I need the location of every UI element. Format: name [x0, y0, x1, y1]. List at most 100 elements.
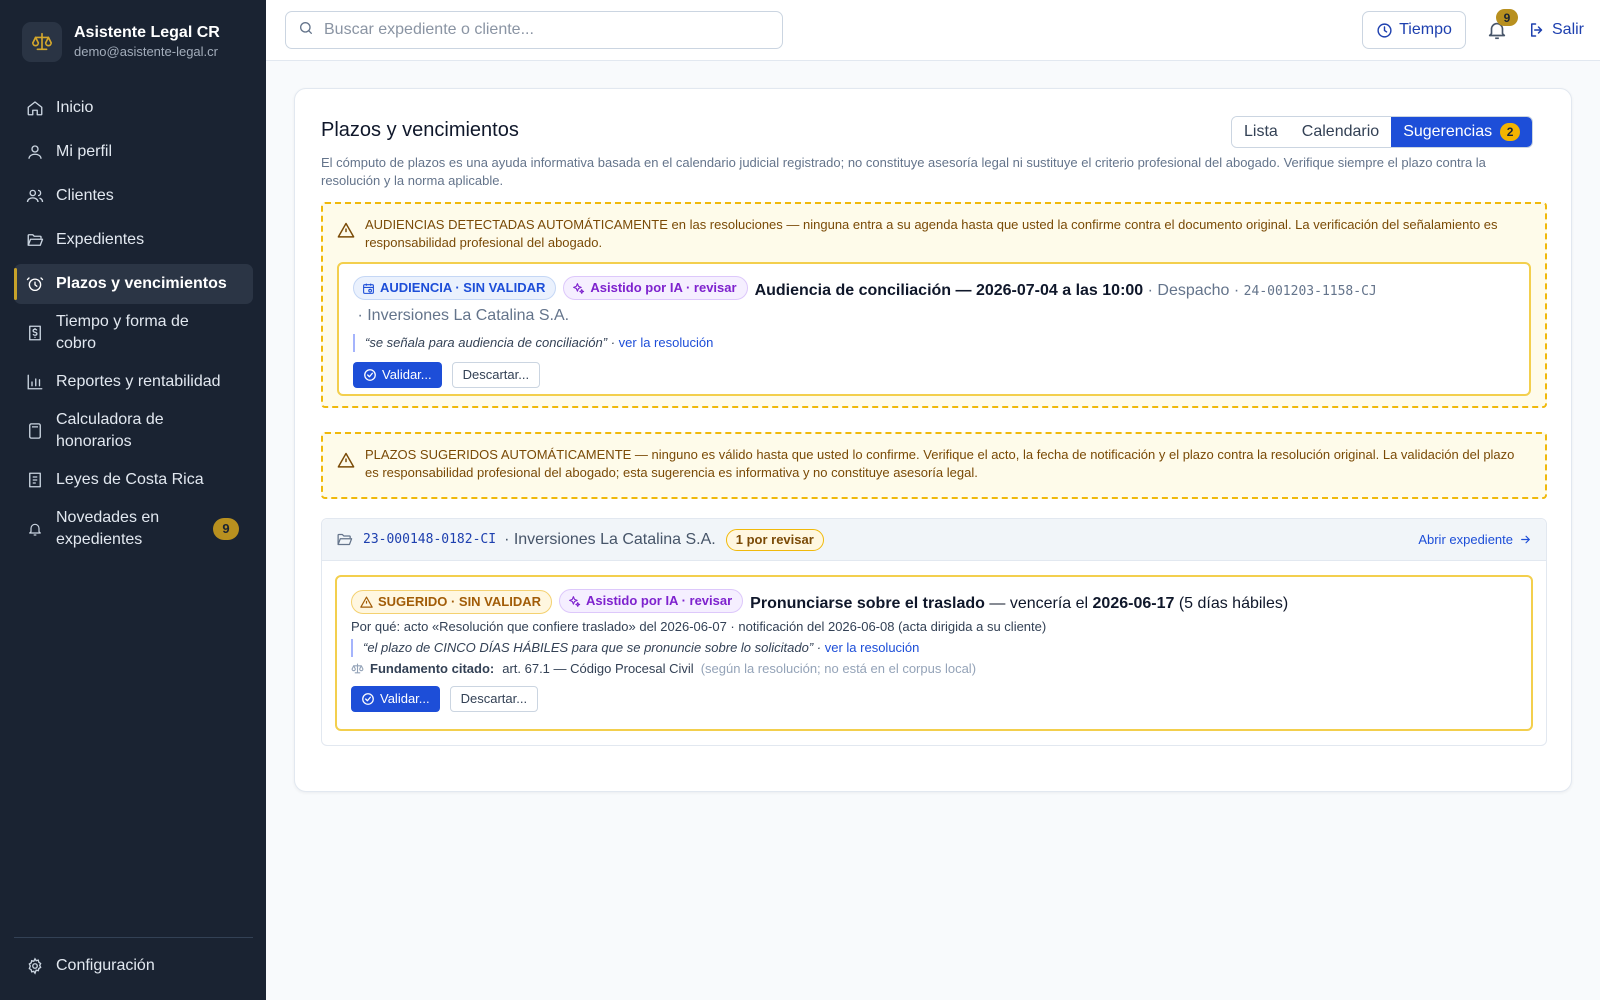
book-icon [26, 471, 44, 489]
sidebar-item-novedades[interactable]: Novedades en expedientes 9 [14, 504, 253, 554]
top-header: Tiempo 9 Salir [266, 0, 1600, 61]
time-button-label: Tiempo [1399, 21, 1452, 38]
deadlines-warning-text: PLAZOS SUGERIDOS AUTOMÁTICAMENTE — ningu… [365, 447, 1515, 480]
search-box[interactable] [285, 11, 783, 49]
button-label: Descartar... [462, 367, 530, 382]
app-name: Asistente Legal CR [74, 24, 220, 41]
discard-deadline-button[interactable]: Descartar... [449, 685, 539, 712]
sidebar-item-leyes[interactable]: Leyes de Costa Rica [14, 460, 253, 500]
sidebar-item-inicio[interactable]: Inicio [14, 88, 253, 128]
search-input[interactable] [324, 21, 764, 39]
check-circle-icon [364, 368, 376, 381]
search-icon [298, 20, 314, 41]
folder-open-icon [26, 231, 44, 249]
sidebar-item-calculadora[interactable]: Calculadora de honorarios [14, 406, 253, 456]
user-icon [26, 143, 44, 161]
discard-hearing-button[interactable]: Descartar... [451, 361, 541, 388]
open-case-link[interactable]: Abrir expediente [1418, 532, 1532, 547]
legal-basis: Fundamento citado: art. 67.1 — Código Pr… [351, 661, 1517, 676]
arrow-right-icon [1521, 535, 1530, 544]
sidebar-item-label: Leyes de Costa Rica [56, 471, 204, 488]
case-client: · Inversiones La Catalina S.A. [504, 530, 716, 548]
novedades-badge: 9 [213, 518, 239, 540]
review-count-pill: 1 por revisar [725, 528, 824, 551]
page-title: Plazos y vencimientos [321, 119, 519, 141]
quote-text: “se señala para audiencia de conciliació… [365, 334, 608, 350]
hearing-case-number: 24-001203-1158-CJ [1243, 283, 1377, 299]
logout-icon [1531, 23, 1543, 37]
deadline-title: Pronunciarse sobre el traslado [750, 594, 985, 612]
case-group: 23-000148-0182-CI · Inversiones La Catal… [321, 518, 1547, 746]
button-label: Descartar... [460, 691, 528, 706]
view-resolution-link[interactable]: ver la resolución [619, 335, 714, 350]
sparkles-icon [573, 282, 585, 294]
sparkles-icon [569, 595, 581, 607]
chip-label: Asistido por IA · revisar [586, 593, 733, 608]
gear-icon [26, 957, 44, 975]
check-circle-icon [362, 692, 374, 705]
deadline-reason: Por qué: acto «Resolución que confiere t… [351, 618, 1047, 634]
tab-label: Calendario [1301, 123, 1380, 140]
quote-separator: · [813, 639, 825, 655]
sidebar-item-label: Reportes y rentabilidad [56, 373, 221, 390]
view-resolution-link[interactable]: ver la resolución [825, 640, 920, 655]
sidebar-item-expedientes[interactable]: Expedientes [14, 220, 253, 260]
deadline-due-date: 2026-06-17 [1092, 594, 1175, 612]
scales-logo-icon [22, 22, 62, 62]
sidebar-item-plazos[interactable]: Plazos y vencimientos [14, 264, 253, 304]
logout-label: Salir [1552, 21, 1585, 38]
warning-icon [337, 222, 355, 252]
time-button[interactable]: Tiempo [1362, 11, 1466, 49]
sidebar-item-label: Mi perfil [56, 143, 113, 160]
chip-label: AUDIENCIA · SIN VALIDAR [380, 280, 546, 295]
validate-deadline-button[interactable]: Validar... [351, 685, 440, 712]
notifications-badge: 9 [1496, 9, 1518, 26]
quote-separator: · [607, 334, 619, 350]
deadline-status-chip: SUGERIDO · SIN VALIDAR [351, 589, 552, 614]
sidebar-item-label: Clientes [56, 187, 114, 204]
hearing-title: Audiencia de conciliación — 2026-07-04 a… [754, 281, 1144, 299]
sidebar-nav: Inicio Mi perfil Clientes Expedientes Pl… [14, 88, 253, 558]
sidebar-item-configuracion[interactable]: Configuración [14, 946, 253, 986]
deadlines-warning-box: PLAZOS SUGERIDOS AUTOMÁTICAMENTE — ningu… [321, 432, 1547, 499]
hearings-warning-box: AUDIENCIAS DETECTADAS AUTOMÁTICAMENTE en… [321, 202, 1547, 408]
case-number[interactable]: 23-000148-0182-CI [363, 532, 496, 547]
sidebar-item-tiempo-cobro[interactable]: Tiempo y forma de cobro [14, 308, 253, 358]
bell-icon [26, 520, 44, 538]
brand[interactable]: Asistente Legal CR demo@asistente-legal.… [22, 22, 220, 62]
sidebar-item-label: Plazos y vencimientos [56, 275, 227, 292]
sidebar-item-label: Configuración [56, 957, 155, 974]
tab-calendario[interactable]: Calendario [1289, 117, 1392, 147]
view-tabs: Lista Calendario Sugerencias 2 [1231, 116, 1534, 148]
button-label: Validar... [380, 691, 430, 706]
deadline-quote: “el plazo de CINCO DÍAS HÁBILES para que… [351, 638, 1517, 657]
tab-label: Lista [1244, 123, 1278, 140]
logout-button[interactable]: Salir [1528, 11, 1584, 49]
warning-icon [360, 596, 373, 608]
sidebar-item-mi-perfil[interactable]: Mi perfil [14, 132, 253, 172]
chip-label: Asistido por IA · revisar [590, 280, 737, 295]
hearings-warning-text: AUDIENCIAS DETECTADAS AUTOMÁTICAMENTE en… [365, 217, 1498, 250]
warning-icon [337, 452, 355, 482]
sidebar-item-label: Tiempo y forma de cobro [56, 313, 189, 352]
legal-disclaimer: El cómputo de plazos es una ayuda inform… [321, 155, 1486, 188]
sidebar-item-reportes[interactable]: Reportes y rentabilidad [14, 362, 253, 402]
sidebar: Asistente Legal CR demo@asistente-legal.… [0, 0, 266, 1000]
tab-sugerencias[interactable]: Sugerencias 2 [1391, 117, 1533, 147]
legal-basis-note: (según la resolución; no está en el corp… [700, 660, 977, 676]
sidebar-item-label: Calculadora de honorarios [56, 411, 164, 450]
ai-assisted-chip: Asistido por IA · revisar [559, 589, 744, 613]
validate-hearing-button[interactable]: Validar... [353, 361, 442, 388]
hearing-client: · Inversiones La Catalina S.A. [353, 306, 570, 324]
hearing-suggestion: AUDIENCIA · SIN VALIDAR Asistido por IA … [337, 262, 1531, 396]
sidebar-divider [14, 937, 253, 938]
deadlines-card: Plazos y vencimientos Lista Calendario S… [294, 88, 1572, 792]
sidebar-item-clientes[interactable]: Clientes [14, 176, 253, 216]
deadline-due-prefix: — vencería el [984, 594, 1093, 612]
link-label: Abrir expediente [1418, 532, 1513, 547]
hearing-status-chip: AUDIENCIA · SIN VALIDAR [353, 276, 557, 300]
tab-lista[interactable]: Lista [1232, 117, 1290, 147]
ai-assisted-chip: Asistido por IA · revisar [563, 276, 748, 300]
users-icon [26, 187, 44, 205]
button-label: Validar... [382, 367, 432, 382]
